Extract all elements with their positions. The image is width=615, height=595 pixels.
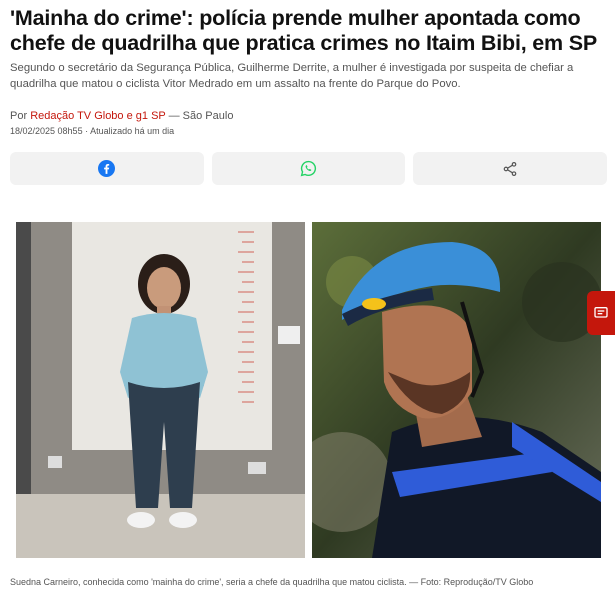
byline-separator: — <box>168 110 180 122</box>
byline-location: São Paulo <box>182 110 234 122</box>
share-bar <box>10 152 608 185</box>
side-feedback-tab[interactable] <box>587 291 615 335</box>
photo-suspect[interactable] <box>16 222 305 558</box>
byline-prefix: Por <box>10 110 28 122</box>
photo-caption: Suedna Carneiro, conhecida como 'mainha … <box>10 577 534 587</box>
publish-dates: 18/02/2025 08h55 · Atualizado há um dia <box>10 126 175 136</box>
facebook-share-button[interactable] <box>10 152 204 185</box>
photo-cyclist[interactable] <box>312 222 601 558</box>
cyclist-photo-illustration <box>312 222 601 558</box>
share-icon <box>503 161 517 176</box>
headline: 'Mainha do crime': polícia prende mulher… <box>10 6 597 55</box>
feedback-icon <box>594 307 608 318</box>
byline: Por Redação TV Globo e g1 SP — São Paulo <box>10 110 233 122</box>
subtitle: Segundo o secretário da Segurança Públic… <box>10 62 574 90</box>
whatsapp-icon <box>300 160 317 177</box>
whatsapp-share-button[interactable] <box>211 152 406 185</box>
author-link[interactable]: Redação TV Globo e g1 SP <box>30 110 165 122</box>
suspect-photo-illustration <box>16 222 305 558</box>
facebook-icon <box>98 160 116 177</box>
generic-share-button[interactable] <box>413 152 608 185</box>
